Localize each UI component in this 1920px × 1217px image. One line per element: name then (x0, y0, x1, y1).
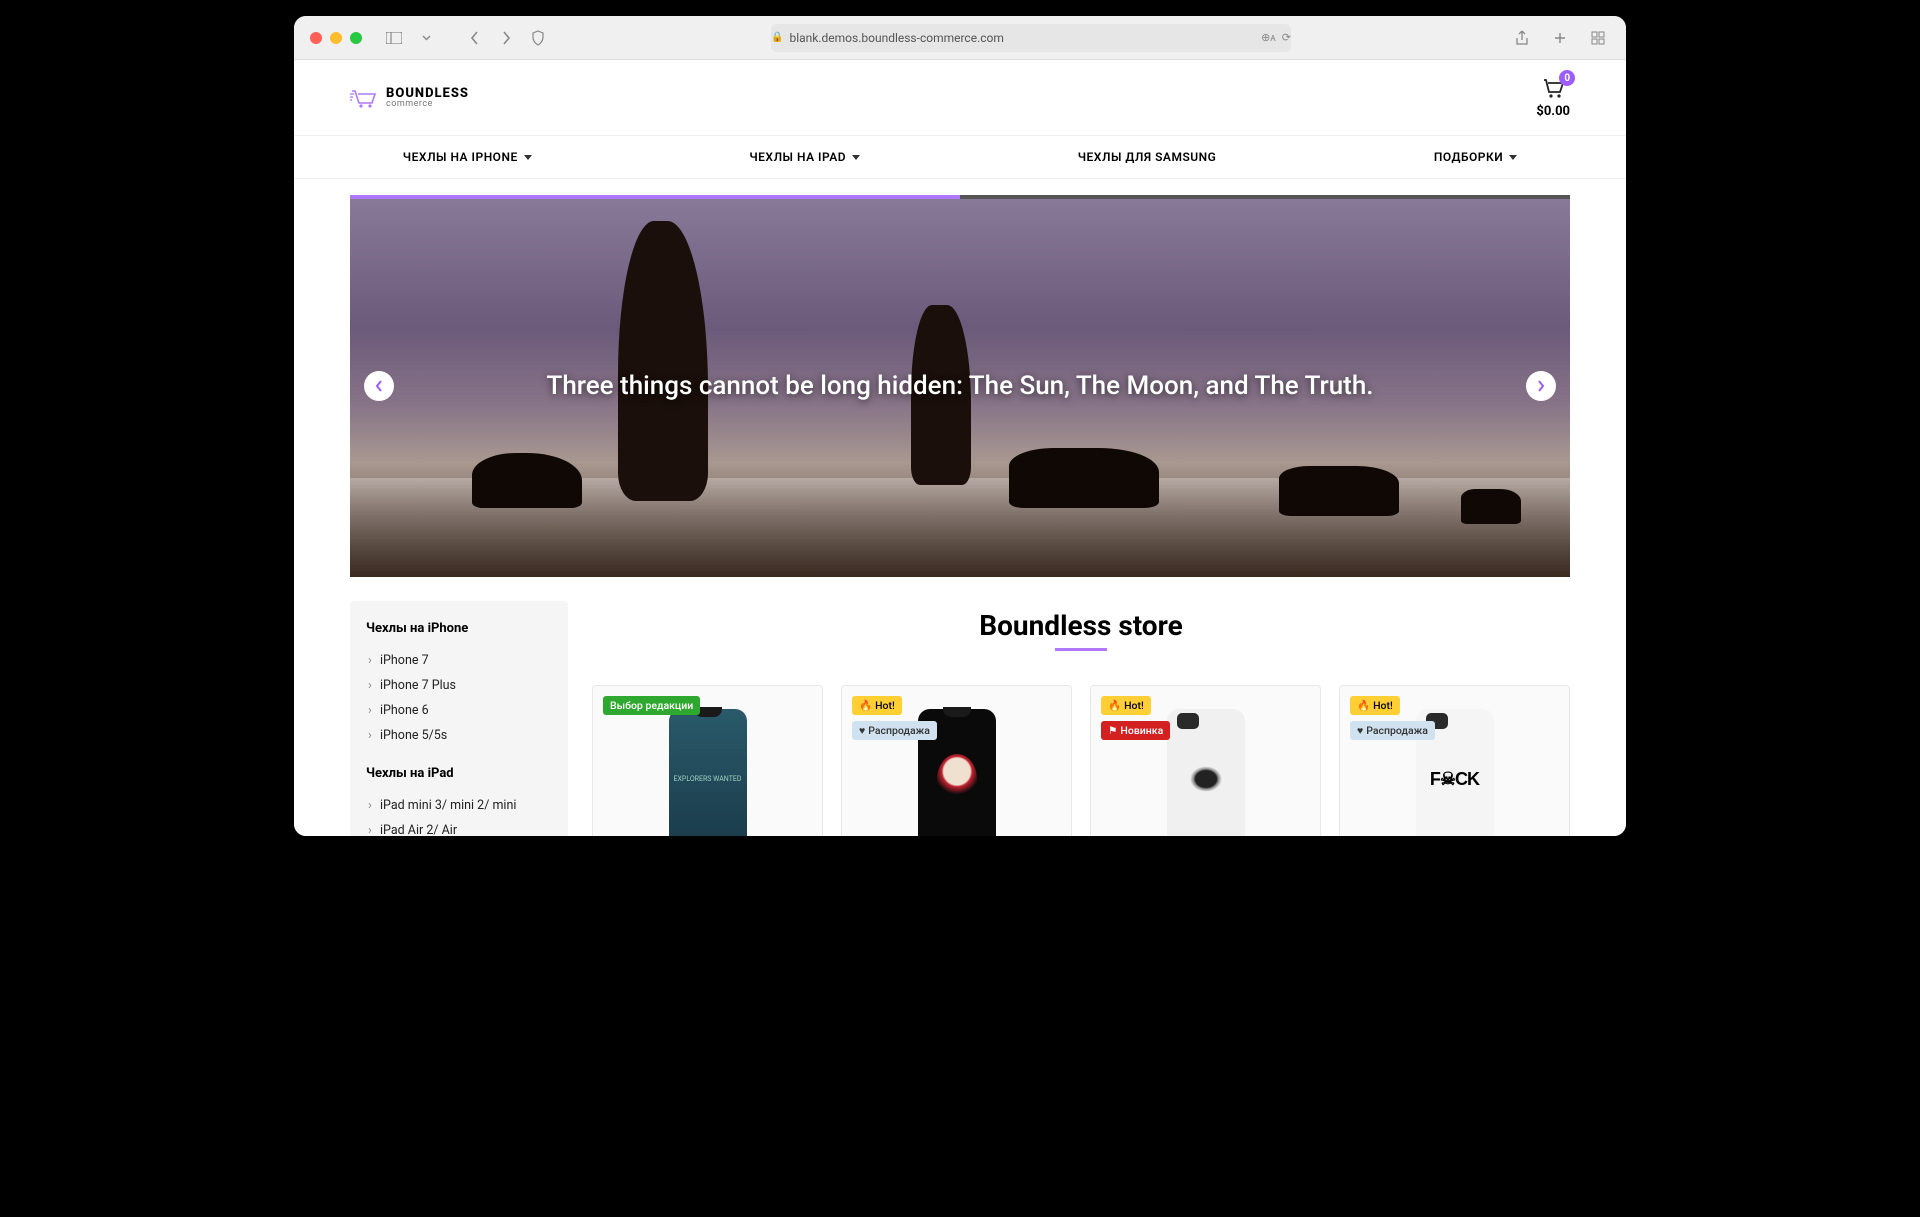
cart-button[interactable]: 0 $0.00 (1536, 76, 1570, 119)
logo-text: BOUNDLESS commerce (386, 87, 469, 109)
url-text: blank.demos.boundless-commerce.com (789, 31, 1003, 45)
chevron-down-icon (524, 155, 532, 160)
sidebar-group-title: Чехлы на iPad (366, 766, 552, 781)
chevron-down-icon[interactable] (414, 26, 438, 50)
flag-icon: ⚑ (1108, 724, 1117, 737)
hero-prev-button[interactable] (364, 371, 394, 401)
sidebar-link[interactable]: iPad Air 2/ Air (366, 818, 552, 836)
nav-item-iphone[interactable]: ЧЕХЛЫ НА IPHONE (383, 136, 552, 178)
sidebar-toggle-icon[interactable] (382, 26, 406, 50)
address-bar[interactable]: 🔒 blank.demos.boundless-commerce.com ⊕ᴀ … (771, 24, 1291, 52)
new-badge: ⚑Новинка (1101, 721, 1170, 740)
logo-cart-icon (350, 87, 378, 109)
nav-item-samsung[interactable]: ЧЕХЛЫ ДЛЯ SAMSUNG (1058, 136, 1237, 178)
editor-choice-badge: Выбор редакции (603, 696, 700, 715)
heart-icon: ♥ (859, 724, 865, 737)
product-image: EXPLORERS WANTED (669, 709, 747, 836)
product-grid: Выбор редакции EXPLORERS WANTED 🔥Hot! ♥Р… (592, 685, 1570, 836)
hot-badge: 🔥Hot! (852, 696, 902, 715)
category-sidebar: Чехлы на iPhone iPhone 7 iPhone 7 Plus i… (350, 601, 568, 836)
product-card[interactable]: 🔥Hot! ♥Распродажа (841, 685, 1072, 836)
hero-next-button[interactable] (1526, 371, 1556, 401)
store-title: Boundless store (592, 609, 1570, 642)
nav-item-ipad[interactable]: ЧЕХЛЫ НА IPAD (729, 136, 880, 178)
fire-icon: 🔥 (1357, 699, 1370, 712)
accent-divider (1055, 648, 1107, 651)
hero-progress-fill (350, 195, 960, 199)
browser-window: 🔒 blank.demos.boundless-commerce.com ⊕ᴀ … (294, 16, 1626, 836)
chevron-down-icon (1509, 155, 1517, 160)
sidebar-link[interactable]: iPhone 6 (366, 698, 552, 723)
lock-icon: 🔒 (771, 32, 783, 43)
main-layout: Чехлы на iPhone iPhone 7 iPhone 7 Plus i… (294, 577, 1626, 836)
product-card[interactable]: 🔥Hot! ⚑Новинка (1090, 685, 1321, 836)
sale-badge: ♥Распродажа (852, 721, 937, 740)
cart-icon: 0 (1541, 76, 1565, 100)
hero-headline: Three things cannot be long hidden: The … (350, 195, 1570, 577)
sidebar-link[interactable]: iPhone 7 (366, 648, 552, 673)
site-header: BOUNDLESS commerce 0 $0.00 (294, 60, 1626, 135)
fire-icon: 🔥 (859, 699, 872, 712)
minimize-window-button[interactable] (330, 32, 342, 44)
forward-button[interactable] (494, 26, 518, 50)
tabs-grid-icon[interactable] (1586, 26, 1610, 50)
translate-icon[interactable]: ⊕ᴀ (1261, 31, 1276, 44)
hero-banner: Three things cannot be long hidden: The … (350, 195, 1570, 577)
product-card[interactable]: Выбор редакции EXPLORERS WANTED (592, 685, 823, 836)
close-window-button[interactable] (310, 32, 322, 44)
product-card[interactable]: 🔥Hot! ♥Распродажа F☠CK (1339, 685, 1570, 836)
window-controls (310, 32, 362, 44)
logo[interactable]: BOUNDLESS commerce (350, 87, 469, 109)
fire-icon: 🔥 (1108, 699, 1121, 712)
product-image (1167, 709, 1245, 836)
cart-total: $0.00 (1536, 104, 1570, 119)
hot-badge: 🔥Hot! (1350, 696, 1400, 715)
back-button[interactable] (462, 26, 486, 50)
reload-icon[interactable]: ⟳ (1282, 31, 1291, 44)
store-content: Boundless store Выбор редакции EXPLORERS… (592, 601, 1570, 836)
browser-titlebar: 🔒 blank.demos.boundless-commerce.com ⊕ᴀ … (294, 16, 1626, 60)
heart-icon: ♥ (1357, 724, 1363, 737)
chevron-down-icon (852, 155, 860, 160)
share-icon[interactable] (1510, 26, 1534, 50)
new-tab-icon[interactable] (1548, 26, 1572, 50)
maximize-window-button[interactable] (350, 32, 362, 44)
hot-badge: 🔥Hot! (1101, 696, 1151, 715)
main-nav: ЧЕХЛЫ НА IPHONE ЧЕХЛЫ НА IPAD ЧЕХЛЫ ДЛЯ … (294, 135, 1626, 179)
sale-badge: ♥Распродажа (1350, 721, 1435, 740)
sidebar-group-title: Чехлы на iPhone (366, 621, 552, 636)
nav-item-collections[interactable]: ПОДБОРКИ (1414, 136, 1537, 178)
sidebar-link[interactable]: iPhone 7 Plus (366, 673, 552, 698)
sidebar-link[interactable]: iPhone 5/5s (366, 723, 552, 748)
sidebar-link[interactable]: iPad mini 3/ mini 2/ mini (366, 793, 552, 818)
page-content: BOUNDLESS commerce 0 $0.00 ЧЕХЛЫ НА IPHO… (294, 60, 1626, 836)
cart-count-badge: 0 (1559, 70, 1575, 86)
shield-icon[interactable] (526, 26, 550, 50)
